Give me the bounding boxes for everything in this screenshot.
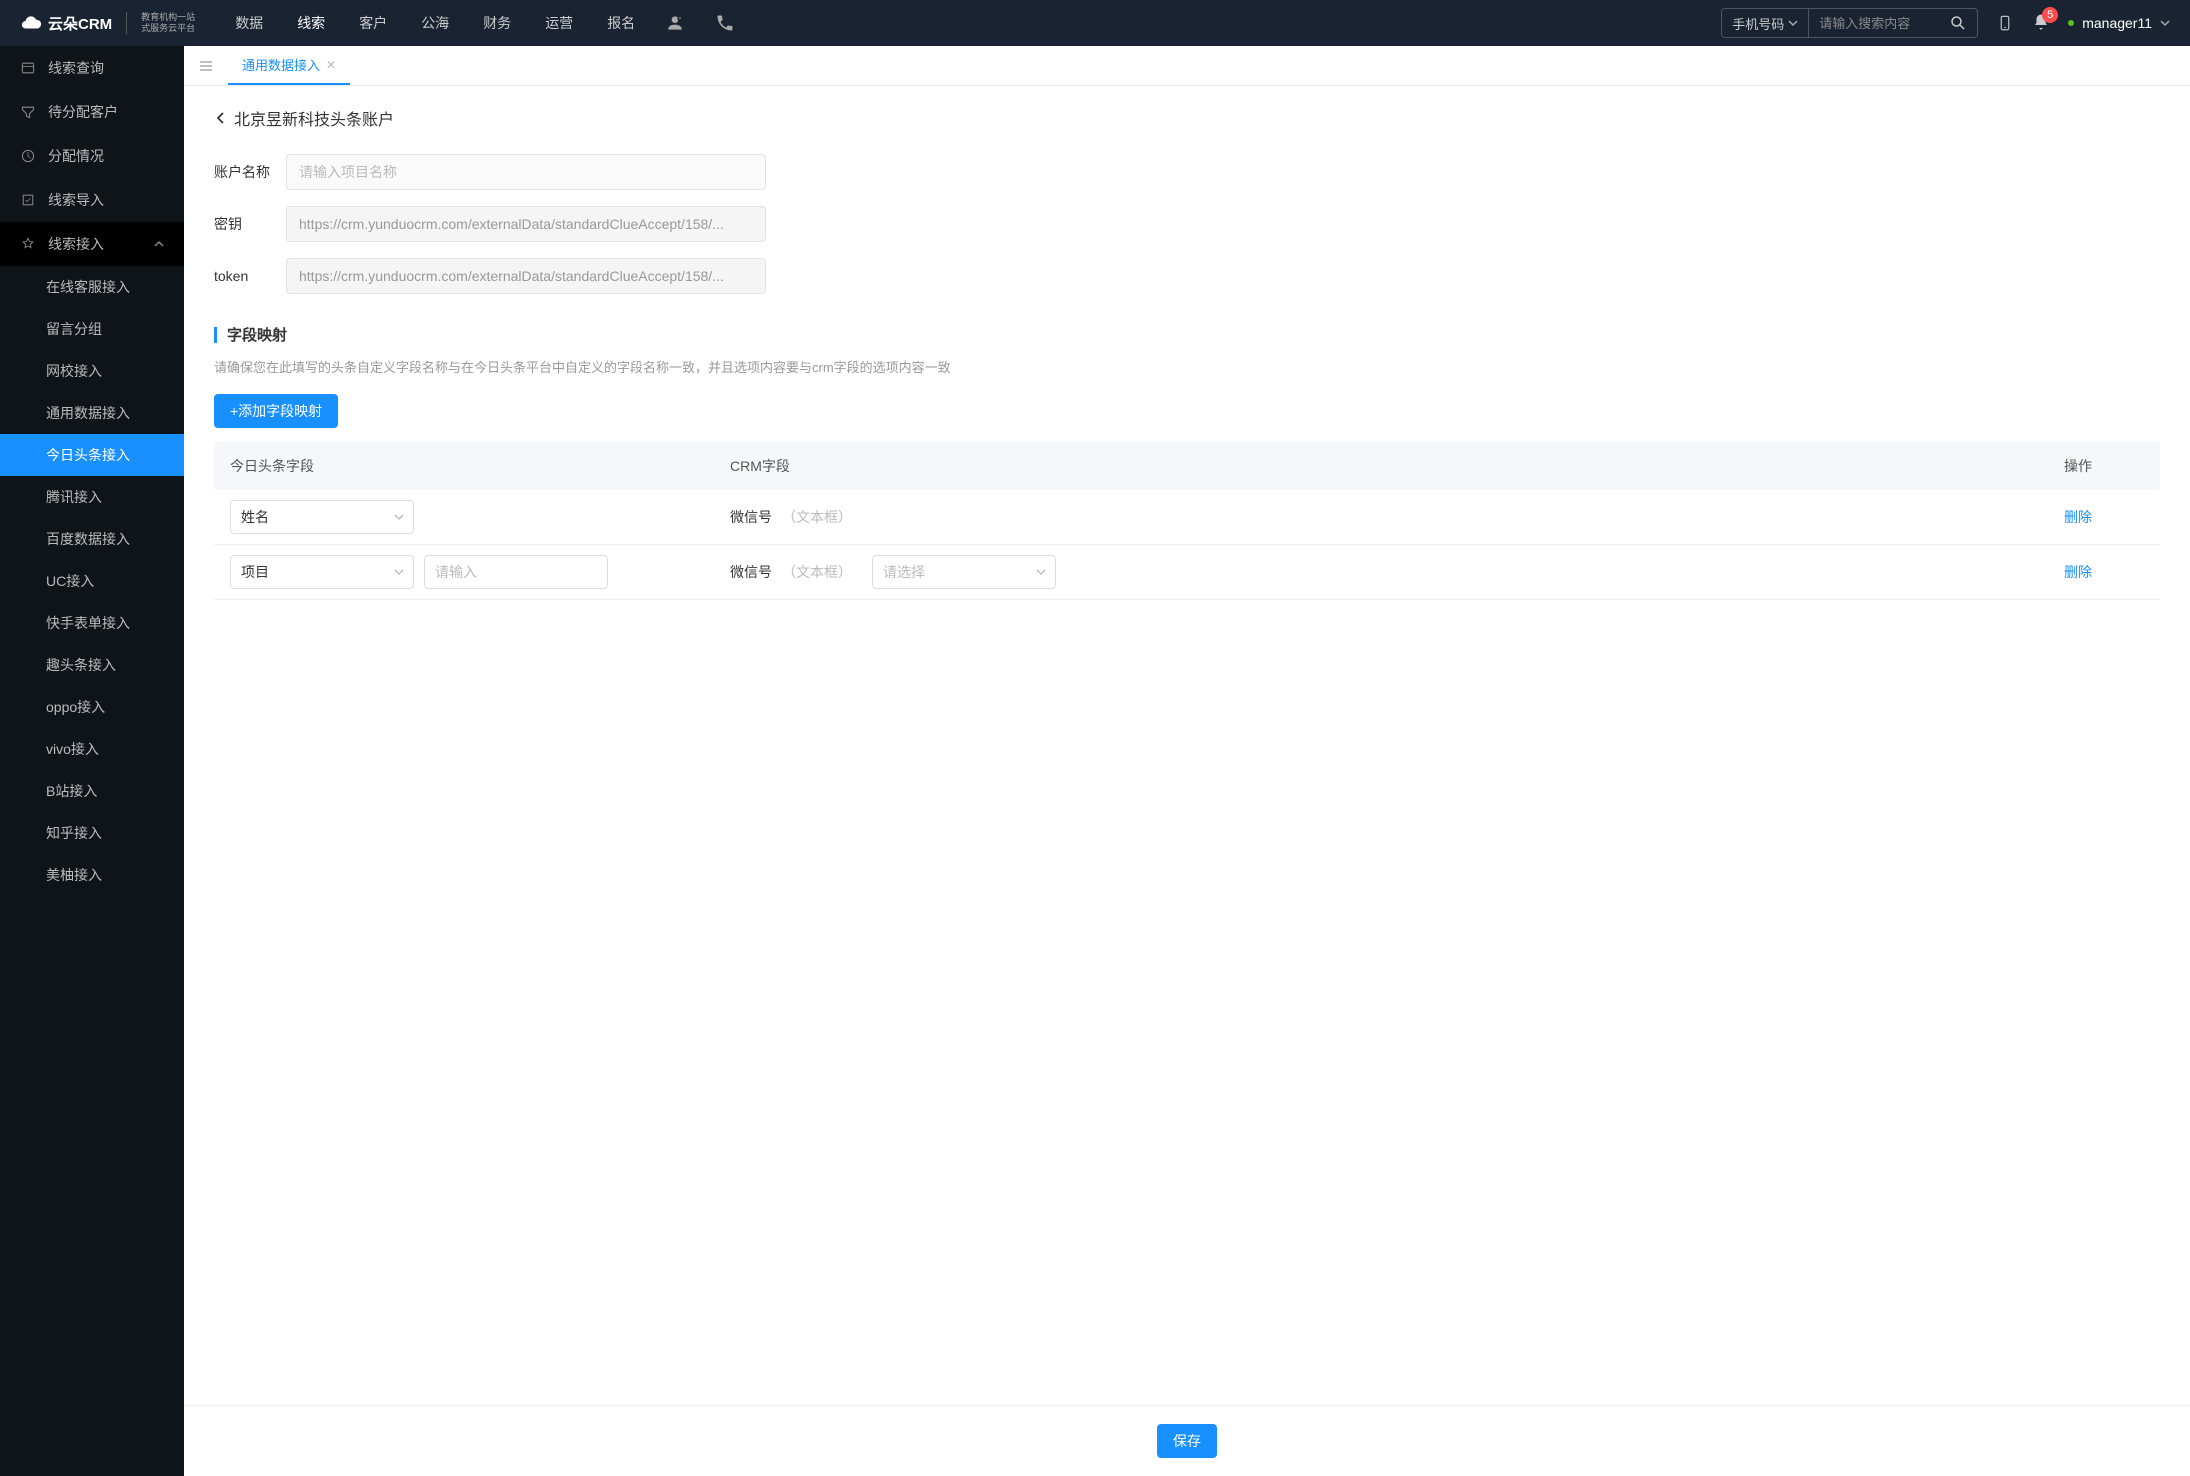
add-field-mapping-button[interactable]: +添加字段映射: [214, 394, 338, 428]
phone-icon[interactable]: [715, 13, 735, 33]
account-name-label: 账户名称: [214, 162, 286, 182]
crm-field-hint: （文本框）: [782, 507, 852, 527]
menu-icon: [199, 59, 213, 73]
notification-badge: 5: [2042, 7, 2058, 23]
menu-icon: [20, 60, 36, 76]
sidebar-subitem[interactable]: oppo接入: [0, 686, 184, 728]
sidebar-subitem[interactable]: 通用数据接入: [0, 392, 184, 434]
search-icon: [1949, 14, 1967, 32]
token-label: token: [214, 268, 286, 284]
collapse-sidebar-button[interactable]: [192, 52, 220, 80]
sidebar-item-3[interactable]: 线索导入: [0, 178, 184, 222]
th-action: 操作: [2064, 456, 2144, 476]
sidebar-subitem[interactable]: 知乎接入: [0, 812, 184, 854]
nav-item[interactable]: 公海: [421, 13, 449, 33]
user-add-icon[interactable]: [665, 13, 685, 33]
field-mapping-table: 今日头条字段 CRM字段 操作 姓名微信号（文本框）删除项目微信号（文本框）请选…: [214, 442, 2160, 600]
logo-subtitle: 教育机构一站 式服务云平台: [141, 12, 195, 34]
crm-field-hint: （文本框）: [782, 562, 852, 582]
table-header: 今日头条字段 CRM字段 操作: [214, 442, 2160, 490]
chevron-down-icon: [1788, 18, 1798, 28]
secret-label: 密钥: [214, 214, 286, 234]
cloud-icon: [20, 12, 42, 34]
nav-item[interactable]: 运营: [545, 13, 573, 33]
sidebar-subitem[interactable]: 美柚接入: [0, 854, 184, 896]
crm-field-label: 微信号: [730, 507, 772, 527]
crm-field-label: 微信号: [730, 562, 772, 582]
sidebar-item-0[interactable]: 线索查询: [0, 46, 184, 90]
toutiao-field-select[interactable]: 项目: [230, 555, 414, 589]
sidebar-subitem[interactable]: vivo接入: [0, 728, 184, 770]
menu-icon: [20, 192, 36, 208]
username: manager11: [2082, 15, 2152, 31]
logo-text: 云朵CRM: [48, 13, 112, 34]
sidebar-subitem[interactable]: 网校接入: [0, 350, 184, 392]
sidebar: 线索查询待分配客户分配情况线索导入线索接入在线客服接入留言分组网校接入通用数据接…: [0, 46, 184, 1476]
nav-item[interactable]: 线索: [297, 13, 325, 33]
search-button[interactable]: [1939, 9, 1977, 37]
sidebar-subitem[interactable]: 在线客服接入: [0, 266, 184, 308]
menu-icon: [20, 104, 36, 120]
nav-item[interactable]: 报名: [607, 13, 635, 33]
sidebar-subitem[interactable]: 百度数据接入: [0, 518, 184, 560]
notification-bell[interactable]: 5: [2032, 13, 2050, 34]
chevron-down-icon: [393, 511, 405, 523]
crm-field-select[interactable]: 请选择: [872, 555, 1056, 589]
user-menu[interactable]: manager11: [2068, 15, 2170, 31]
top-header: 云朵CRM 教育机构一站 式服务云平台 数据 线索 客户 公海 财务 运营 报名 手机号码: [0, 0, 2190, 46]
table-row: 姓名 微信号 （文本框） 删除: [214, 490, 2160, 545]
sidebar-item-1[interactable]: 待分配客户: [0, 90, 184, 134]
chevron-down-icon: [1035, 566, 1047, 578]
footer: 保存: [184, 1405, 2190, 1476]
sidebar-subitem[interactable]: UC接入: [0, 560, 184, 602]
search-box: 手机号码: [1721, 8, 1978, 38]
top-nav: 数据 线索 客户 公海 财务 运营 报名: [235, 13, 635, 33]
chevron-down-icon: [2160, 18, 2170, 28]
chevron-up-icon: [154, 239, 164, 249]
breadcrumb-back[interactable]: 北京昱新科技头条账户: [214, 106, 2160, 130]
delete-row-link[interactable]: 删除: [2064, 509, 2092, 525]
sidebar-subitem[interactable]: 今日头条接入: [0, 434, 184, 476]
toutiao-extra-input[interactable]: [424, 555, 608, 589]
nav-item[interactable]: 财务: [483, 13, 511, 33]
section-hint: 请确保您在此填写的头条自定义字段名称与在今日头条平台中自定义的字段名称一致，并且…: [214, 357, 2160, 376]
nav-item[interactable]: 客户: [359, 13, 387, 33]
sidebar-subitem[interactable]: B站接入: [0, 770, 184, 812]
sidebar-item-4[interactable]: 线索接入: [0, 222, 184, 266]
section-title: 字段映射: [214, 324, 2160, 345]
logo-divider: [126, 12, 127, 34]
chevron-left-icon: [214, 111, 228, 125]
search-input[interactable]: [1809, 16, 1939, 31]
header-right: 手机号码 5 manager11: [1721, 8, 2170, 38]
toutiao-field-select[interactable]: 姓名: [230, 500, 414, 534]
menu-icon: [20, 148, 36, 164]
sidebar-subitem[interactable]: 留言分组: [0, 308, 184, 350]
token-input[interactable]: [286, 258, 766, 294]
tabs-bar: 通用数据接入 ✕: [184, 46, 2190, 86]
sidebar-subitem[interactable]: 趣头条接入: [0, 644, 184, 686]
chevron-down-icon: [393, 566, 405, 578]
menu-icon: [20, 236, 36, 252]
th-crm: CRM字段: [730, 456, 2064, 476]
delete-row-link[interactable]: 删除: [2064, 564, 2092, 580]
logo[interactable]: 云朵CRM 教育机构一站 式服务云平台: [20, 12, 195, 34]
th-toutiao: 今日头条字段: [230, 456, 730, 476]
secret-input[interactable]: [286, 206, 766, 242]
sidebar-item-2[interactable]: 分配情况: [0, 134, 184, 178]
nav-item[interactable]: 数据: [235, 13, 263, 33]
tab-close-button[interactable]: ✕: [326, 58, 336, 72]
status-dot: [2068, 20, 2074, 26]
main-content: 通用数据接入 ✕ 北京昱新科技头条账户 账户名称 密钥 t: [184, 46, 2190, 1476]
tab-active[interactable]: 通用数据接入 ✕: [228, 46, 350, 85]
mobile-icon[interactable]: [1996, 14, 2014, 32]
sidebar-subitem[interactable]: 快手表单接入: [0, 602, 184, 644]
search-type-select[interactable]: 手机号码: [1722, 9, 1809, 37]
sidebar-subitem[interactable]: 腾讯接入: [0, 476, 184, 518]
account-name-input[interactable]: [286, 154, 766, 190]
save-button[interactable]: 保存: [1157, 1424, 1217, 1458]
table-row: 项目 微信号 （文本框） 请选择 删除: [214, 545, 2160, 600]
